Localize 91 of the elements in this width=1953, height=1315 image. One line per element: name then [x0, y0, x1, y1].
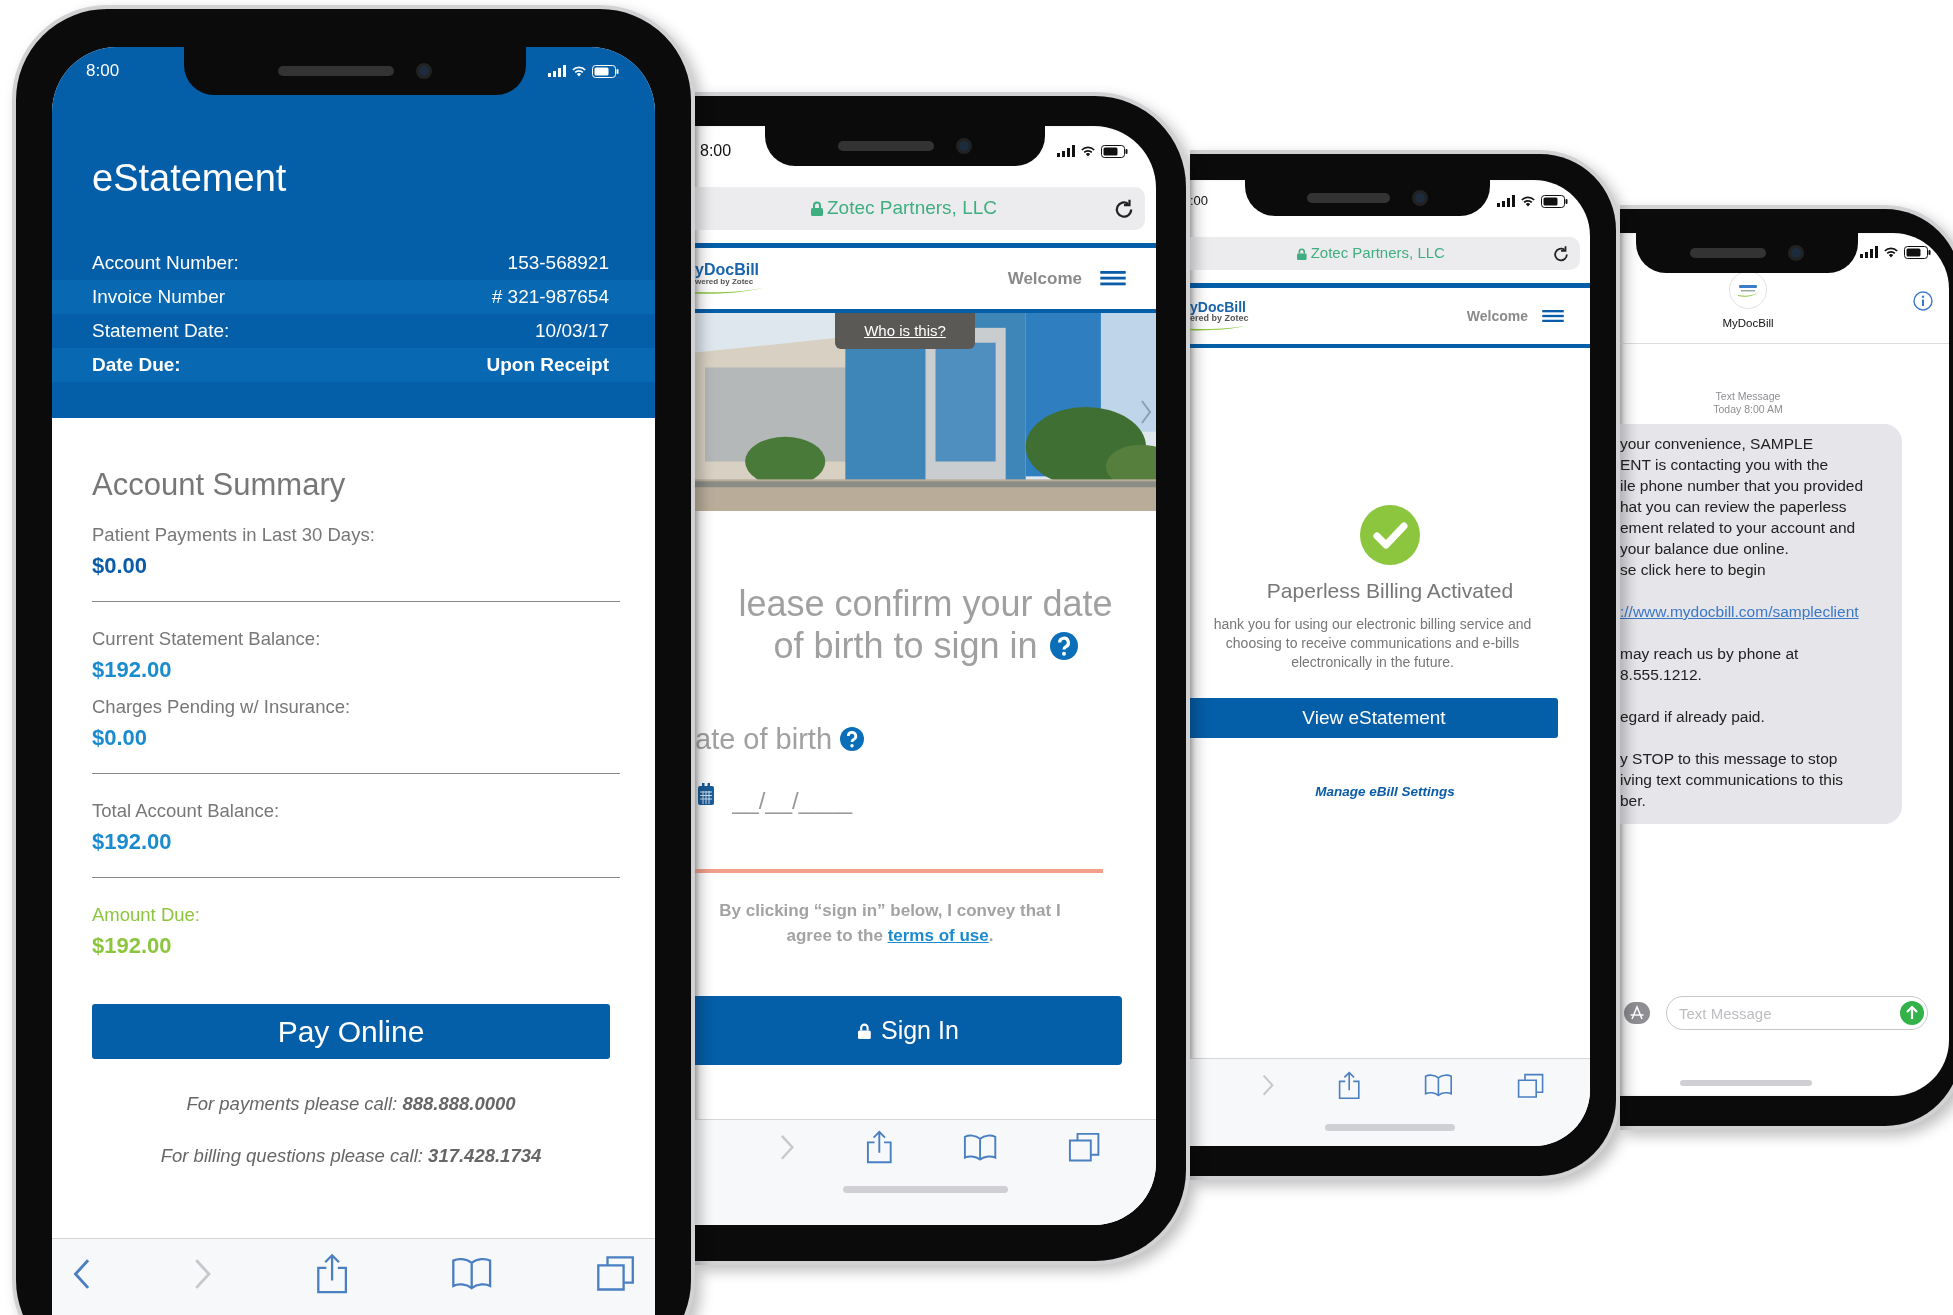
- message-field[interactable]: Text Message: [1666, 996, 1928, 1030]
- help-icon[interactable]: [840, 727, 865, 751]
- logo-tagline: ered by Zotec: [1190, 314, 1250, 324]
- pay-online-button[interactable]: Pay Online: [92, 1004, 610, 1059]
- confirmation-message: hank you for using our electronic billing service and choosing to receive communications and e-bills electronically in the future.: [1212, 615, 1533, 672]
- detail-value: 10/03/17: [535, 318, 609, 343]
- view-estatement-button[interactable]: View eStatement: [1190, 698, 1558, 738]
- summary-amount: $192.00: [92, 932, 173, 960]
- summary-amount: $192.00: [92, 656, 173, 684]
- logo-text: yDocBill: [1190, 300, 1246, 315]
- heading-text: of birth to sign in: [773, 625, 1038, 667]
- book-icon[interactable]: [1424, 1073, 1454, 1098]
- message-text: your convenience, SAMPLE ENT is contacting you with the ile phone number that you provided hat you can review the paperless ement related to your account and your balance due online. se click here to begin: [1620, 435, 1863, 578]
- battery-icon: [592, 64, 619, 78]
- message-link[interactable]: ://www.mydocbill.com/sampleclient: [1620, 603, 1859, 620]
- summary-amount: $0.00: [92, 552, 149, 580]
- summary-label: Charges Pending w/ Insurance:: [92, 695, 352, 719]
- message-meta: Text Message: [1714, 390, 1782, 403]
- share-icon[interactable]: [1338, 1071, 1361, 1100]
- tabs-icon[interactable]: [1516, 1072, 1545, 1099]
- lock-icon: [858, 1022, 871, 1039]
- site-name: Zotec Partners, LLC: [1310, 243, 1445, 264]
- info-icon[interactable]: [1913, 291, 1933, 311]
- message-text: egard if already paid.: [1620, 708, 1765, 725]
- summary-label: Total Account Balance:: [92, 799, 281, 823]
- detail-value: 153-568921: [507, 250, 609, 275]
- summary-label: Patient Payments in Last 30 Days:: [92, 523, 376, 547]
- detail-label: Account Number:: [92, 250, 239, 275]
- tabs-icon[interactable]: [595, 1255, 635, 1293]
- who-is-this-link[interactable]: Who is this?: [835, 313, 975, 349]
- confirmation-title: Paperless Billing Activated: [1265, 578, 1515, 604]
- heading-text: lease confirm your date: [738, 583, 1113, 625]
- calendar-icon: [698, 783, 714, 805]
- book-icon[interactable]: [451, 1256, 493, 1291]
- detail-value: # 321-987654: [491, 284, 609, 309]
- summary-label: Current Statement Balance:: [92, 627, 322, 651]
- welcome-label: Welcome: [1466, 306, 1528, 326]
- contact-text: For billing questions please call: 317.428.1734: [159, 1144, 543, 1168]
- contact-name: MyDocBill: [1722, 316, 1774, 331]
- menu-icon[interactable]: [1542, 309, 1564, 323]
- signal-icon: [1860, 246, 1878, 258]
- lock-icon: [811, 201, 823, 216]
- page-title: eStatement: [92, 156, 288, 201]
- avatar-icon[interactable]: [1729, 271, 1767, 309]
- date-field[interactable]: __/__/____: [732, 783, 1032, 819]
- signal-icon: [1497, 195, 1515, 207]
- detail-label: Date Due:: [92, 352, 181, 377]
- summary-label: Amount Due:: [92, 903, 201, 927]
- message-meta: Today 8:00 AM: [1712, 403, 1784, 416]
- signal-icon: [548, 65, 566, 77]
- battery-icon: [1101, 144, 1128, 158]
- manage-settings-link[interactable]: Manage eBill Settings: [1315, 782, 1455, 803]
- welcome-label: Welcome: [1007, 267, 1082, 290]
- wifi-icon: [1520, 195, 1536, 207]
- site-name: Zotec Partners, LLC: [827, 196, 997, 221]
- lock-icon: [1297, 247, 1307, 260]
- section-heading: Account Summary: [92, 466, 347, 504]
- back-icon[interactable]: [72, 1257, 91, 1290]
- wifi-icon: [1080, 145, 1096, 157]
- detail-value: Upon Receipt: [486, 352, 609, 377]
- share-icon[interactable]: [866, 1130, 893, 1165]
- message-text: may reach us by phone at 8.555.1212.: [1620, 645, 1799, 683]
- summary-amount: $0.00: [92, 724, 149, 752]
- reload-icon[interactable]: [1552, 244, 1570, 263]
- book-icon[interactable]: [963, 1132, 998, 1162]
- tabs-icon[interactable]: [1068, 1131, 1101, 1163]
- status-time: 8:00: [700, 141, 732, 161]
- message-text: y STOP to this message to stop iving text communications to this ber.: [1620, 750, 1844, 809]
- sign-in-button[interactable]: Sign In: [695, 996, 1122, 1065]
- logo-text: yDocBill: [695, 262, 760, 279]
- signal-icon: [1057, 145, 1075, 157]
- terms-link[interactable]: terms of use: [887, 926, 989, 945]
- check-icon: [1360, 505, 1420, 565]
- help-icon[interactable]: [1049, 632, 1078, 660]
- consent-text: By clicking “sign in” below, I convey that I agree to the terms of use.: [718, 900, 1062, 947]
- contact-text: For payments please call: 888.888.0000: [185, 1092, 517, 1116]
- detail-label: Invoice Number: [92, 284, 226, 309]
- send-icon[interactable]: [1900, 1001, 1924, 1025]
- menu-icon[interactable]: [1100, 271, 1126, 286]
- status-time: 8:00: [86, 60, 120, 83]
- share-icon[interactable]: [315, 1253, 348, 1295]
- wifi-icon: [571, 65, 587, 77]
- battery-icon: [1541, 194, 1568, 208]
- wifi-icon: [1883, 246, 1899, 258]
- status-time: :00: [1190, 192, 1209, 211]
- app-store-icon[interactable]: [1624, 1002, 1650, 1024]
- summary-amount: $192.00: [92, 828, 173, 856]
- battery-icon: [1904, 245, 1931, 259]
- logo-tagline: wered by Zotec: [695, 278, 754, 287]
- detail-label: Statement Date:: [92, 318, 230, 343]
- reload-icon[interactable]: [1113, 197, 1135, 220]
